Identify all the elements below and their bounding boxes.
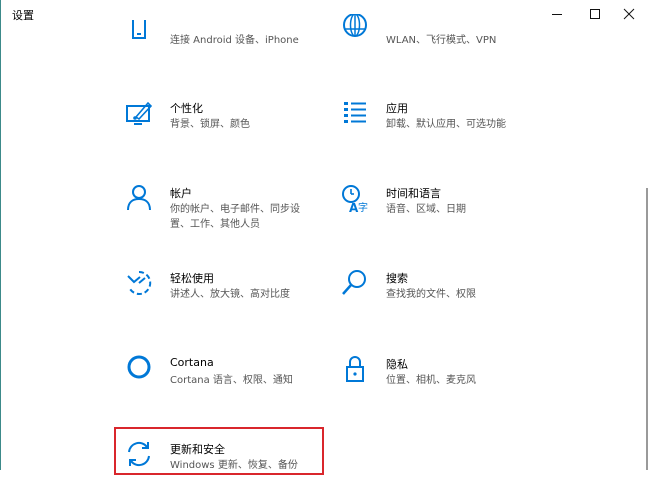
tile-description: 位置、相机、麦克风 [386, 375, 476, 386]
search-icon [340, 268, 370, 298]
person-icon [124, 183, 154, 213]
window-title: 设置 [12, 9, 34, 22]
tile-cortana[interactable]: Cortana Cortana 语言、权限、通知 [124, 354, 344, 414]
tile-description: WLAN、飞行模式、VPN [386, 35, 497, 46]
apps-list-icon [340, 98, 370, 128]
tile-phone[interactable]: 连接 Android 设备、iPhone [124, 14, 344, 74]
close-button[interactable] [606, 0, 650, 28]
maximize-icon [590, 9, 600, 19]
tile-privacy[interactable]: 隐私 位置、相机、麦克风 [340, 354, 560, 414]
time-language-icon: A字 [340, 183, 370, 213]
tile-description: Cortana 语言、权限、通知 [170, 375, 293, 386]
tile-time-language[interactable]: A字 时间和语言 语音、区域、日期 [340, 183, 560, 243]
lock-icon [340, 354, 370, 384]
tile-title: 个性化 [170, 102, 203, 115]
tile-description: 讲述人、放大镜、高对比度 [170, 289, 290, 300]
scroll-thumb[interactable] [646, 188, 648, 470]
close-icon [623, 8, 635, 20]
tile-description: 连接 Android 设备、iPhone [170, 35, 299, 46]
svg-text:字: 字 [358, 201, 368, 213]
tile-description: 你的帐户、电子邮件、同步设置、工作、其他人员 [170, 204, 300, 230]
tile-title: 应用 [386, 102, 408, 115]
tile-description: 查找我的文件、权限 [386, 289, 476, 300]
tile-title: 隐私 [386, 358, 408, 371]
paint-monitor-icon [124, 98, 154, 128]
tile-description: 卸载、默认应用、可选功能 [386, 119, 506, 130]
tile-title: 轻松使用 [170, 272, 214, 285]
phone-icon [124, 14, 154, 44]
tile-description: 语音、区域、日期 [386, 204, 466, 215]
selection-highlight-box [114, 427, 324, 475]
tile-title: 搜索 [386, 272, 408, 285]
tile-ease-of-access[interactable]: 轻松使用 讲述人、放大镜、高对比度 [124, 268, 344, 328]
tile-title: 帐户 [170, 187, 192, 200]
vertical-scrollbar[interactable] [644, 28, 650, 470]
globe-icon [340, 14, 370, 44]
tile-title: 时间和语言 [386, 187, 441, 200]
tile-description: 背景、锁屏、颜色 [170, 119, 250, 130]
window-left-border [0, 0, 1, 470]
tile-search[interactable]: 搜索 查找我的文件、权限 [340, 268, 560, 328]
tile-network-internet[interactable]: WLAN、飞行模式、VPN [340, 14, 560, 74]
tile-personalization[interactable]: 个性化 背景、锁屏、颜色 [124, 98, 344, 158]
ease-of-access-icon [124, 268, 154, 298]
tile-apps[interactable]: 应用 卸载、默认应用、可选功能 [340, 98, 560, 158]
tile-accounts[interactable]: 帐户 你的帐户、电子邮件、同步设置、工作、其他人员 [124, 183, 344, 243]
tile-title: Cortana [170, 356, 214, 369]
cortana-icon [124, 354, 154, 384]
